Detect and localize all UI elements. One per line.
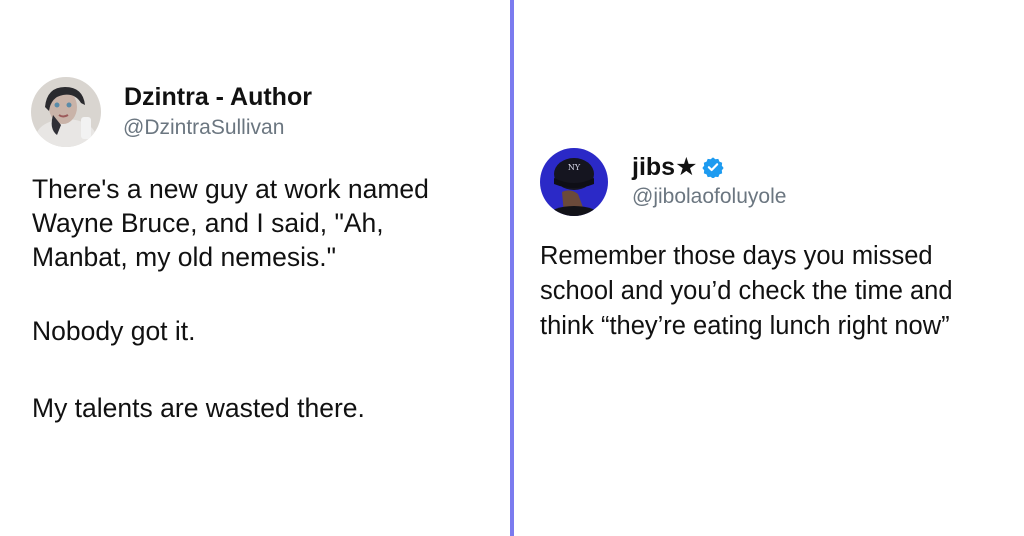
star-icon: ★ [675, 153, 698, 181]
profile-photo-icon [31, 77, 101, 147]
author-name-text: jibs [632, 153, 676, 181]
svg-text:NY: NY [568, 163, 581, 172]
tweet-text-paragraph: Nobody got it. [32, 316, 196, 346]
verified-badge-icon [701, 156, 724, 185]
tweet-text-paragraph: Remember those days you missed school an… [540, 242, 953, 340]
author-handle[interactable]: @jibolaofoluyole [632, 185, 786, 209]
tweet-text-paragraph: There's a new guy at work named Wayne Br… [32, 174, 429, 272]
tweet-card-left: Dzintra - Author @DzintraSullivan There'… [0, 0, 510, 536]
author-handle[interactable]: @DzintraSullivan [123, 116, 284, 140]
author-name[interactable]: Dzintra - Author [124, 83, 312, 112]
avatar[interactable]: NY [540, 148, 608, 216]
tweet-text-paragraph: My talents are wasted there. [32, 393, 365, 423]
profile-photo-cap-icon: NY [540, 148, 608, 216]
author-name[interactable]: jibs★ [632, 152, 724, 185]
avatar[interactable] [31, 77, 101, 147]
tweet-card-right: NY jibs★ @jibolaofoluyole Remember those… [514, 0, 1024, 536]
